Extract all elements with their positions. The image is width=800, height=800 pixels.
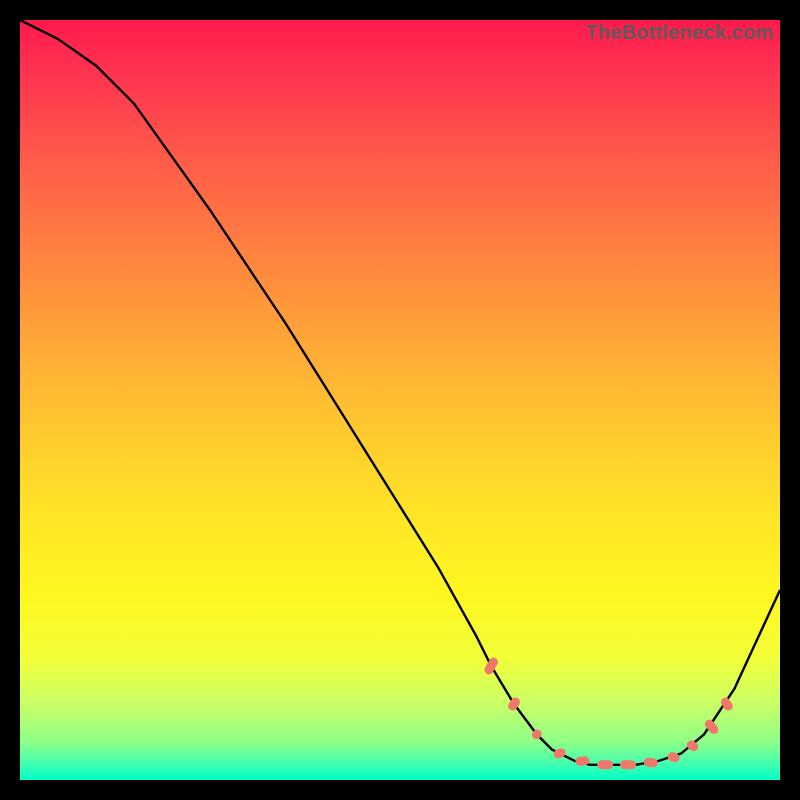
marker-pill: [483, 656, 500, 676]
bottleneck-curve-svg: [20, 20, 780, 780]
marker-pill: [620, 760, 636, 770]
marker-pill: [666, 751, 680, 764]
marker-pill: [643, 757, 658, 768]
marker-pill: [552, 747, 566, 760]
chart-frame: TheBottleneck.com: [20, 20, 780, 780]
bottleneck-curve-path: [20, 20, 780, 765]
marker-pill: [597, 760, 613, 769]
